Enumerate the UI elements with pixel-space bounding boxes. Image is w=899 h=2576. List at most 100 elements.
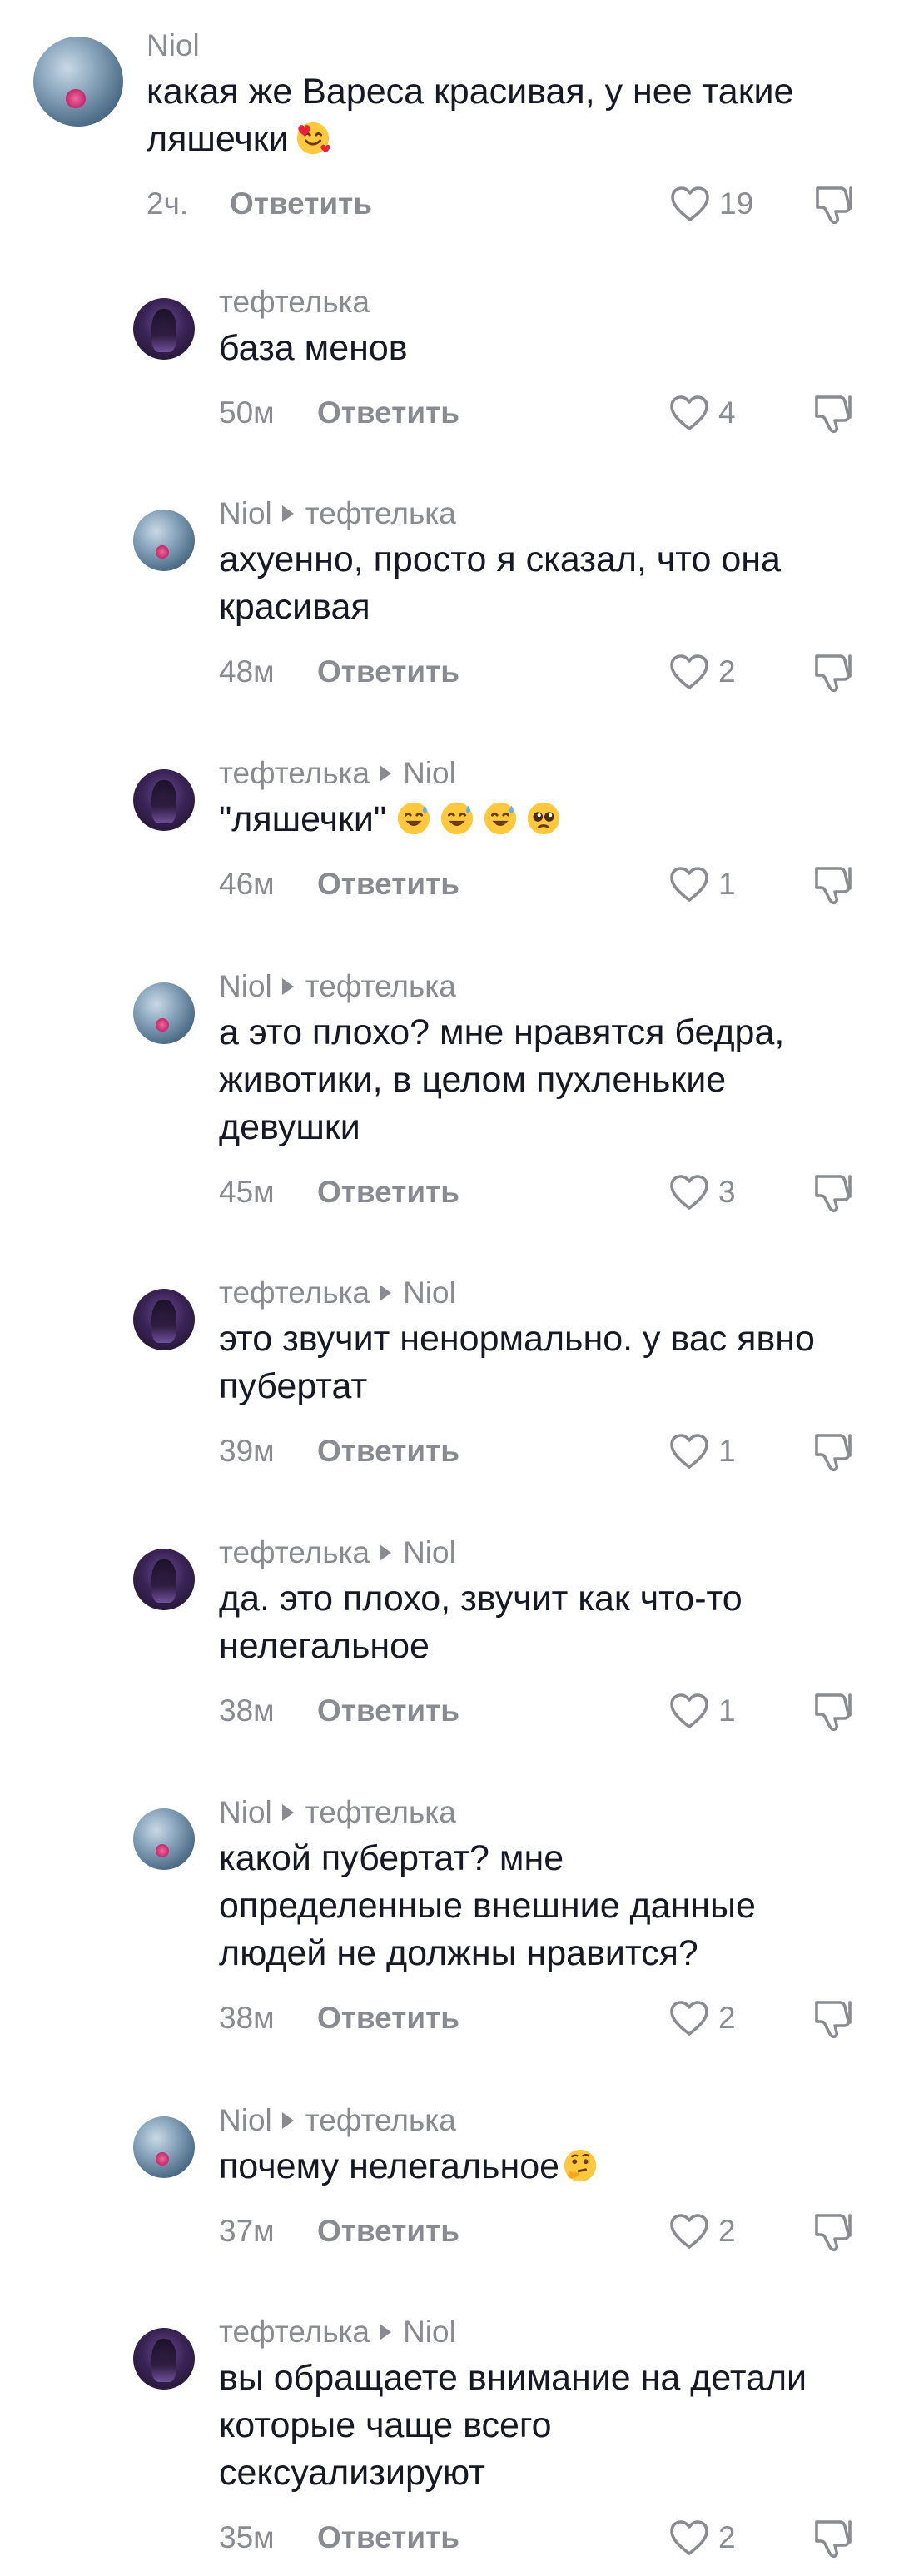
comment-header: тефтелька Niol: [219, 2313, 866, 2351]
reply-to-name[interactable]: Niol: [403, 754, 456, 793]
reply-button[interactable]: Ответить: [230, 182, 372, 226]
author-name[interactable]: Niol: [219, 495, 272, 533]
dislike-button[interactable]: [812, 183, 857, 237]
like-button[interactable]: 2: [668, 1996, 736, 2041]
dislike-button[interactable]: [812, 1171, 857, 1226]
comment-text: это звучит ненормально. у вас явно пубер…: [219, 1319, 815, 1406]
comment-header: тефтелька Niol: [219, 1534, 866, 1572]
avatar[interactable]: [133, 2328, 195, 2390]
sweat-smile-icon: [481, 799, 519, 838]
like-button[interactable]: 1: [668, 1688, 736, 1733]
reply-button[interactable]: Ответить: [317, 2515, 459, 2560]
comment-meta: 46м Ответить 1: [219, 862, 866, 907]
thumbs-down-icon: [815, 1693, 852, 1732]
reply-to-name[interactable]: Niol: [403, 1534, 456, 1572]
reply-to-name[interactable]: тефтелька: [305, 2101, 456, 2140]
reply-to-name[interactable]: тефтелька: [305, 495, 456, 533]
author-name[interactable]: тефтелька: [219, 283, 370, 321]
like-count: 19: [719, 186, 754, 221]
sweat-smile-icon: [438, 799, 476, 838]
triangle-right-icon: [380, 765, 392, 782]
author-name[interactable]: тефтелька: [219, 754, 370, 793]
thumbs-down-icon: [816, 186, 852, 225]
like-count: 2: [718, 2520, 736, 2554]
like-button[interactable]: 1: [668, 1429, 736, 1474]
triangle-right-icon: [281, 505, 294, 522]
reply-to-name[interactable]: Niol: [403, 2313, 456, 2351]
comment-meta: 39м Ответить 1: [219, 1429, 866, 1474]
comment-meta: 38м Ответить 2: [219, 1996, 866, 2041]
avatar[interactable]: [133, 1549, 195, 1610]
like-button[interactable]: 3: [668, 1170, 736, 1215]
avatar[interactable]: [133, 1808, 195, 1870]
thumbs-down-icon: [815, 1175, 852, 1213]
dislike-button[interactable]: [812, 1690, 857, 1744]
heart-outline-icon: [670, 2520, 708, 2555]
like-button[interactable]: 2: [668, 649, 736, 694]
comment-header: тефтелька Niol: [219, 1274, 866, 1312]
avatar[interactable]: [133, 982, 195, 1044]
comment-text: "ляшечки": [219, 796, 866, 843]
heart-outline-icon: [670, 1693, 708, 1728]
author-name[interactable]: тефтелька: [219, 1274, 370, 1312]
like-count: 1: [718, 1693, 736, 1728]
reply-button[interactable]: Ответить: [317, 862, 459, 907]
timestamp: 45м: [219, 1175, 275, 1209]
like-button[interactable]: 4: [668, 390, 736, 435]
avatar[interactable]: [33, 37, 123, 127]
dislike-button[interactable]: [812, 1997, 857, 2051]
reply-to-name[interactable]: тефтелька: [305, 967, 456, 1006]
heart-outline-icon: [670, 867, 708, 902]
like-button[interactable]: 2: [668, 2209, 736, 2254]
comment-header: Niol: [147, 27, 866, 65]
avatar[interactable]: [133, 2116, 195, 2178]
pleading-face-icon: [524, 799, 563, 838]
author-name[interactable]: тефтелька: [219, 2313, 370, 2351]
timestamp: 48м: [219, 654, 275, 689]
triangle-right-icon: [281, 2112, 294, 2129]
avatar[interactable]: [133, 298, 195, 360]
timestamp: 35м: [219, 2520, 275, 2554]
avatar[interactable]: [133, 510, 195, 571]
heart-outline-icon: [670, 654, 708, 689]
reply-button[interactable]: Ответить: [317, 1996, 459, 2041]
like-count: 2: [718, 2001, 736, 2035]
dislike-button[interactable]: [812, 392, 857, 446]
reply-button[interactable]: Ответить: [317, 649, 459, 694]
reply-to-name[interactable]: тефтелька: [305, 1793, 456, 1832]
comment-meta: 50м Ответить 4: [219, 390, 866, 435]
reply-to-name[interactable]: Niol: [403, 1274, 456, 1312]
comment-header: тефтелька Niol: [219, 754, 866, 793]
like-button[interactable]: 1: [668, 862, 736, 907]
like-button[interactable]: 19: [669, 182, 753, 226]
author-name[interactable]: Niol: [219, 2101, 272, 2140]
comment-text: какой пубертат? мне определенные внешние…: [219, 1838, 756, 1973]
avatar[interactable]: [133, 1289, 195, 1350]
reply-button[interactable]: Ответить: [317, 390, 459, 435]
avatar[interactable]: [133, 769, 195, 831]
dislike-button[interactable]: [812, 863, 857, 918]
author-name[interactable]: Niol: [147, 27, 200, 65]
comment-text: база менов: [219, 328, 408, 368]
triangle-right-icon: [380, 1285, 392, 1301]
dislike-button[interactable]: [812, 2210, 857, 2265]
dislike-button[interactable]: [812, 651, 857, 705]
dislike-button[interactable]: [812, 1430, 857, 1484]
reply-button[interactable]: Ответить: [317, 1429, 459, 1474]
thinking-face-icon: [561, 2146, 599, 2185]
like-count: 3: [718, 1175, 736, 1209]
like-button[interactable]: 2: [668, 2515, 736, 2560]
comment-meta: 38м Ответить 1: [219, 1688, 866, 1733]
author-name[interactable]: Niol: [219, 1793, 272, 1832]
reply-button[interactable]: Ответить: [317, 2209, 459, 2254]
author-name[interactable]: тефтелька: [219, 1534, 370, 1572]
reply-button[interactable]: Ответить: [317, 1170, 459, 1215]
triangle-right-icon: [281, 1804, 294, 1821]
thumbs-down-icon: [815, 2001, 852, 2039]
comment-meta: 2ч. Ответить 19: [147, 182, 866, 226]
like-count: 2: [718, 2214, 736, 2248]
dislike-button[interactable]: [812, 2517, 857, 2571]
comment-text: вы обращаете внимание на детали которые …: [219, 2358, 807, 2493]
reply-button[interactable]: Ответить: [317, 1688, 459, 1733]
author-name[interactable]: Niol: [219, 967, 272, 1006]
